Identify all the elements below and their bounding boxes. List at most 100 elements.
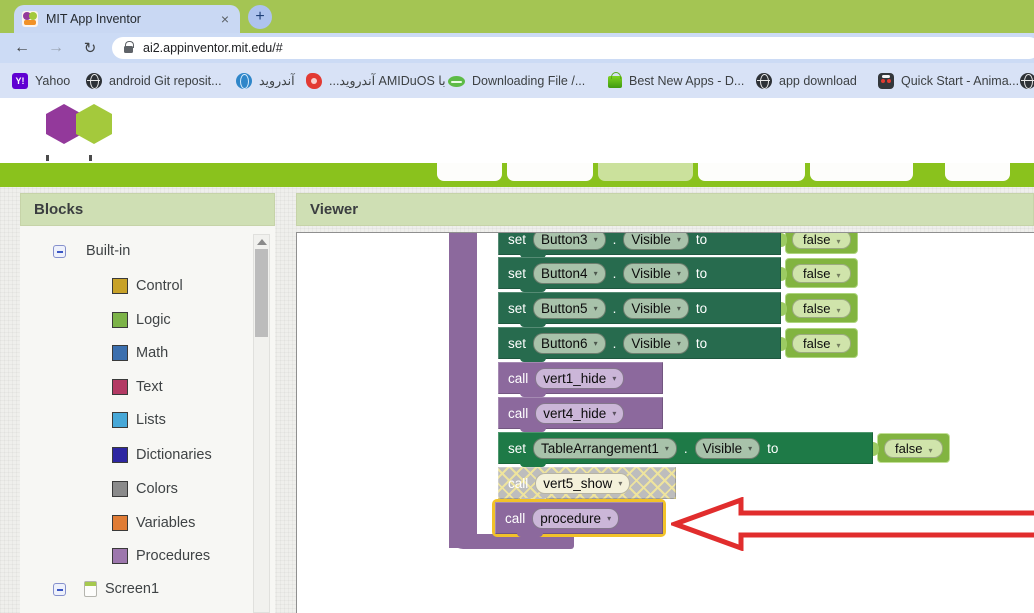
block-set-button5-visible[interactable]: set Button5 . Visible to false	[498, 292, 858, 324]
logic-value-dropdown[interactable]: false	[792, 299, 851, 318]
block-call-vert4-hide[interactable]: call vert4_hide	[498, 397, 663, 429]
toolbar-button-partial[interactable]	[507, 163, 593, 181]
property-dropdown[interactable]: Visible	[695, 438, 761, 459]
toolbar-button-partial[interactable]	[698, 163, 805, 181]
property-dropdown[interactable]: Visible	[623, 333, 689, 354]
red-flower-icon	[306, 73, 322, 89]
tree-item-math[interactable]: Math	[112, 345, 168, 361]
tree-item-procedures[interactable]: Procedures	[112, 548, 210, 564]
tree-label: Colors	[136, 481, 178, 497]
property-dropdown[interactable]: Visible	[623, 263, 689, 284]
tree-item-lists[interactable]: Lists	[112, 412, 166, 428]
block-logic-false[interactable]: false	[785, 258, 858, 288]
component-dropdown[interactable]: Button5	[533, 298, 606, 319]
tree-label: Screen1	[105, 581, 159, 597]
bookmark-quick-start[interactable]: Quick Start - Anima...	[878, 63, 1019, 98]
logic-value-dropdown[interactable]: false	[792, 334, 851, 353]
tree-item-built-in[interactable]: Built-in	[53, 243, 130, 259]
bookmark-label: با AMIDuOS آندرويد...	[329, 73, 446, 88]
block-set-button6-visible[interactable]: set Button6 . Visible to false	[498, 327, 858, 359]
bookmark-label: آندرويد	[259, 73, 295, 88]
scroll-up-icon[interactable]	[257, 239, 267, 245]
wrapper-block-bottom[interactable]	[449, 534, 574, 549]
bookmark-downloading-file[interactable]: Downloading File /...	[448, 63, 585, 98]
variables-swatch-icon	[112, 515, 128, 531]
wrapper-block-left-edge[interactable]	[449, 233, 477, 548]
block-set-tablearrangement1-visible[interactable]: set TableArrangement1 . Visible to false	[498, 432, 950, 464]
tree-item-dictionaries[interactable]: Dictionaries	[112, 447, 212, 463]
back-icon[interactable]: ←	[10, 36, 34, 60]
component-dropdown[interactable]: Button3	[533, 232, 606, 250]
component-dropdown[interactable]: Button4	[533, 263, 606, 284]
scrollbar-thumb[interactable]	[255, 249, 268, 337]
bookmark-yahoo[interactable]: Y! Yahoo	[12, 63, 70, 98]
logic-value-dropdown[interactable]: false	[884, 439, 943, 458]
procedure-dropdown[interactable]: vert4_hide	[535, 403, 624, 424]
bookmark-app-download[interactable]: app download	[756, 63, 857, 98]
reload-icon[interactable]: ↻	[78, 36, 102, 60]
viewer-panel-title: Viewer	[310, 201, 358, 218]
yahoo-icon: Y!	[12, 73, 28, 89]
tree-item-logic[interactable]: Logic	[112, 312, 171, 328]
globe-icon	[86, 73, 102, 89]
bookmark-edge[interactable]	[1020, 63, 1034, 98]
logic-value-dropdown[interactable]: false	[792, 264, 851, 283]
browser-tab[interactable]: MIT App Inventor ×	[14, 5, 240, 33]
procedure-dropdown[interactable]: vert1_hide	[535, 368, 624, 389]
blocks-viewer-canvas[interactable]: set Button3 . Visible to false set Butto…	[296, 232, 1034, 613]
block-call-procedure-selected[interactable]: call procedure	[495, 502, 663, 534]
new-tab-button[interactable]: +	[248, 5, 272, 29]
block-logic-false[interactable]: false	[785, 293, 858, 323]
logo-hexagon-green	[76, 104, 112, 144]
cropped-text-artifact	[89, 155, 92, 161]
toolbar-button-partial[interactable]	[945, 163, 1010, 181]
block-logic-false[interactable]: false	[785, 328, 858, 358]
math-swatch-icon	[112, 345, 128, 361]
tree-item-control[interactable]: Control	[112, 278, 183, 294]
toolbar-button-partial[interactable]	[437, 163, 502, 181]
collapse-icon[interactable]	[53, 583, 66, 596]
block-logic-false[interactable]: false	[785, 232, 858, 254]
toolbar-button-partial[interactable]	[810, 163, 913, 181]
green-oval-icon	[448, 76, 465, 87]
tree-label: Dictionaries	[136, 447, 212, 463]
bookmark-label: Yahoo	[35, 74, 70, 88]
bookmark-android-rtl[interactable]: آندرويد	[236, 63, 295, 98]
bookmark-best-new-apps[interactable]: Best New Apps - D...	[608, 63, 744, 98]
component-dropdown[interactable]: Button6	[533, 333, 606, 354]
block-logic-false[interactable]: false	[877, 433, 950, 463]
globe-blue-icon	[236, 73, 252, 89]
bookmark-amiduos[interactable]: با AMIDuOS آندرويد...	[306, 63, 446, 98]
logic-swatch-icon	[112, 312, 128, 328]
tree-item-text[interactable]: Text	[112, 379, 163, 395]
procedure-dropdown[interactable]: procedure	[532, 508, 619, 529]
block-set-button4-visible[interactable]: set Button4 . Visible to false	[498, 257, 858, 289]
blocks-panel-title: Blocks	[34, 201, 83, 218]
component-dropdown[interactable]: TableArrangement1	[533, 438, 677, 459]
logic-value-dropdown[interactable]: false	[792, 232, 851, 249]
property-dropdown[interactable]: Visible	[623, 232, 689, 250]
toolbar-button-active-partial[interactable]	[598, 163, 693, 181]
property-dropdown[interactable]: Visible	[623, 298, 689, 319]
dark-crab-icon	[878, 73, 894, 89]
globe-icon	[756, 73, 772, 89]
lock-icon	[124, 46, 133, 53]
tree-item-colors[interactable]: Colors	[112, 481, 178, 497]
bookmark-android-git[interactable]: android Git reposit...	[86, 63, 222, 98]
address-bar[interactable]: ai2.appinventor.mit.edu/#	[112, 37, 1034, 59]
lists-swatch-icon	[112, 412, 128, 428]
collapse-icon[interactable]	[53, 245, 66, 258]
app-inventor-favicon	[22, 11, 38, 27]
colors-swatch-icon	[112, 481, 128, 497]
block-call-vert5-show-disabled[interactable]: call vert5_show	[498, 467, 676, 499]
tree-scrollbar[interactable]	[253, 234, 270, 613]
screen-toolbar-strip	[0, 163, 1034, 187]
block-call-vert1-hide[interactable]: call vert1_hide	[498, 362, 663, 394]
block-set-button3-visible[interactable]: set Button3 . Visible to false	[498, 232, 858, 255]
tree-item-variables[interactable]: Variables	[112, 515, 195, 531]
tab-close-icon[interactable]: ×	[218, 11, 232, 27]
procedure-dropdown[interactable]: vert5_show	[535, 473, 630, 494]
tree-item-screen1[interactable]: Screen1	[53, 581, 159, 597]
forward-icon[interactable]: →	[44, 36, 68, 60]
red-arrow-annotation	[671, 497, 1034, 551]
